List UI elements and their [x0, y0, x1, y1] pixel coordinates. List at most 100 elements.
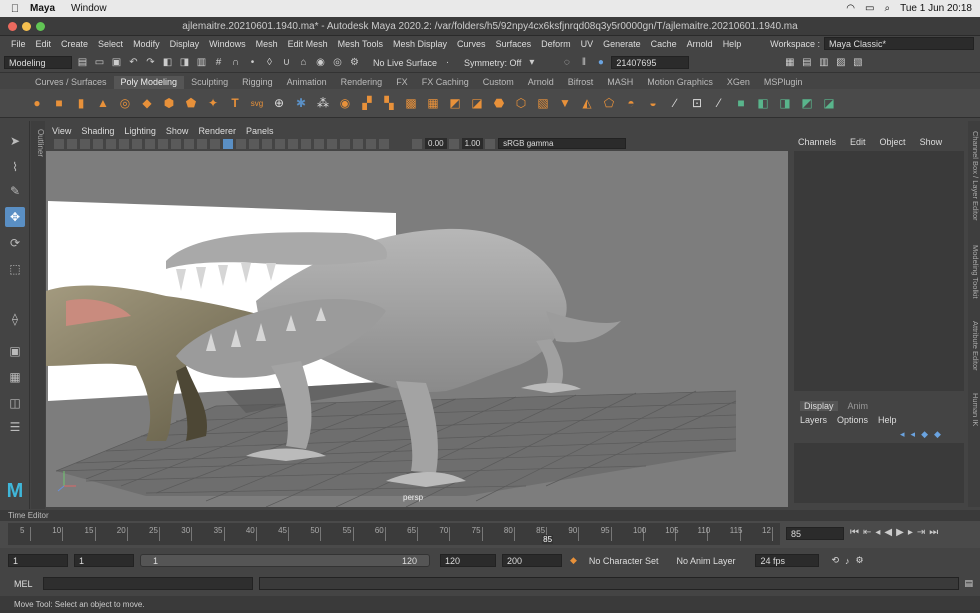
outliner-layout-icon[interactable]: ☰ [5, 417, 25, 437]
play-backwards-icon[interactable]: ◀ [884, 527, 892, 538]
menu-surfaces[interactable]: Surfaces [491, 39, 537, 49]
layout-icon[interactable]: ▦ [783, 56, 796, 69]
insert-edge-loop-icon[interactable]: ◒ [644, 94, 662, 112]
snap-grid-icon[interactable]: # [212, 56, 225, 69]
panel-menu-view[interactable]: View [52, 126, 71, 136]
animation-prefs-icon[interactable]: ⚙ [856, 555, 864, 566]
combine-icon[interactable]: ⊕ [270, 94, 288, 112]
tab-poly-modeling[interactable]: Poly Modeling [113, 76, 185, 89]
select-camera-icon[interactable] [54, 138, 64, 149]
exposure-field[interactable]: 0.00 [425, 138, 447, 149]
tab-bifrost[interactable]: Bifrost [561, 76, 601, 89]
exposure-icon[interactable] [412, 138, 422, 149]
default-material-icon[interactable] [236, 138, 246, 149]
poly-plane-icon[interactable]: ◆ [138, 94, 156, 112]
uv-editor-icon[interactable]: ■ [732, 94, 750, 112]
select-object-icon[interactable]: ◨ [178, 56, 191, 69]
poly-cube-icon[interactable]: ■ [50, 94, 68, 112]
tab-arnold[interactable]: Arnold [521, 76, 561, 89]
character-set-dropdown[interactable]: No Character Set [589, 556, 659, 566]
redo-icon[interactable]: ↷ [144, 56, 157, 69]
tab-anim-layers[interactable]: Anim [848, 401, 869, 411]
use-all-lights-icon[interactable] [275, 138, 285, 149]
modeling-toolkit-icon[interactable]: ▧ [851, 56, 864, 69]
grid-toggle-icon[interactable] [132, 138, 142, 149]
menu-mesh[interactable]: Mesh [251, 39, 283, 49]
scene-end-field[interactable]: 200 [502, 554, 562, 567]
append-poly-icon[interactable]: ▩ [402, 94, 420, 112]
go-to-end-icon[interactable]: ⏭ [929, 527, 938, 538]
menu-generate[interactable]: Generate [598, 39, 646, 49]
menu-cache[interactable]: Cache [646, 39, 682, 49]
symmetry-dropdown[interactable]: Symmetry: Off [464, 58, 521, 68]
menu-file[interactable]: File [6, 39, 31, 49]
menu-deform[interactable]: Deform [536, 39, 576, 49]
tab-display-layers[interactable]: Display [800, 401, 838, 411]
last-tool-icon[interactable]: ⟠ [5, 309, 25, 329]
workspace-dropdown[interactable]: Maya Classic* [824, 37, 974, 50]
search-icon[interactable]: ⌕ [884, 3, 890, 14]
step-forward-frame-icon[interactable]: ▸ [908, 527, 913, 538]
pause-icon[interactable]: ‖ [577, 56, 590, 69]
shadows-icon[interactable] [288, 138, 298, 149]
tab-xgen[interactable]: XGen [720, 76, 757, 89]
script-editor-icon[interactable]: ▤ [965, 578, 974, 589]
loop-icon[interactable]: ⟲ [831, 555, 839, 566]
channel-box-menu-edit[interactable]: Edit [850, 137, 866, 147]
motion-blur-icon[interactable] [353, 138, 363, 149]
magnet-icon[interactable]: ∪ [280, 56, 293, 69]
current-time-indicator[interactable]: 85 [542, 535, 554, 544]
isolate-select-icon[interactable] [327, 138, 337, 149]
channel-toggle-icon[interactable]: ▤ [800, 56, 813, 69]
step-back-key-icon[interactable]: ⇤ [863, 527, 871, 538]
tab-rigging[interactable]: Rigging [235, 76, 280, 89]
bookmarks-icon[interactable] [80, 138, 90, 149]
side-tab-modeling-toolkit[interactable]: Modeling Toolkit [968, 245, 980, 299]
minimize-window-button[interactable] [22, 22, 31, 31]
layer-menu-layers[interactable]: Layers [800, 415, 827, 425]
paint-select-tool-icon[interactable]: ✎ [5, 181, 25, 201]
four-view-layout-icon[interactable]: ▦ [5, 367, 25, 387]
super-shape-icon[interactable]: ✦ [204, 94, 222, 112]
zoom-window-button[interactable] [36, 22, 45, 31]
poly-disc-icon[interactable]: ⬢ [160, 94, 178, 112]
menu-mesh-tools[interactable]: Mesh Tools [333, 39, 388, 49]
menu-edit[interactable]: Edit [31, 39, 57, 49]
crease-icon[interactable]: ⁄ [710, 94, 728, 112]
tab-motion-graphics[interactable]: Motion Graphics [640, 76, 720, 89]
offset-edge-loop-icon[interactable]: ∕ [666, 94, 684, 112]
menu-window[interactable]: Window [71, 3, 107, 14]
layer-menu-options[interactable]: Options [837, 415, 868, 425]
target-weld-icon[interactable]: ⬠ [600, 94, 618, 112]
new-layer-selected-icon[interactable]: ◆ [934, 429, 941, 440]
ambient-occlusion-icon[interactable] [340, 138, 350, 149]
textured-icon[interactable] [262, 138, 272, 149]
panel-menu-shading[interactable]: Shading [81, 126, 114, 136]
tool-settings-icon[interactable]: ▨ [834, 56, 847, 69]
range-slider[interactable]: 1 120 [140, 554, 430, 567]
resolution-gate-icon[interactable] [158, 138, 168, 149]
type-icon[interactable]: T [226, 94, 244, 112]
wireframe-on-shaded-icon[interactable] [249, 138, 259, 149]
extrude-icon[interactable]: ▞ [358, 94, 376, 112]
ipr-render-icon[interactable]: ◎ [331, 56, 344, 69]
soft-select-icon[interactable]: ◌ [560, 56, 573, 69]
move-tool-icon[interactable]: ✥ [5, 207, 25, 227]
menu-help[interactable]: Help [718, 39, 747, 49]
image-plane-icon[interactable] [93, 138, 103, 149]
move-layer-down-icon[interactable]: ◂ [911, 429, 916, 440]
menu-display[interactable]: Display [165, 39, 205, 49]
snap-curve-icon[interactable]: ∩ [229, 56, 242, 69]
film-gate-icon[interactable] [145, 138, 155, 149]
battery-icon[interactable]: ▭ [865, 3, 874, 14]
color-management-icon[interactable] [485, 138, 496, 149]
attribute-toggle-icon[interactable]: ▥ [817, 56, 830, 69]
menu-curves[interactable]: Curves [452, 39, 491, 49]
wifi-icon[interactable]: ◠ [846, 3, 855, 14]
select-tool-icon[interactable]: ➤ [5, 131, 25, 151]
mirror-icon[interactable]: ⁂ [314, 94, 332, 112]
rotate-tool-icon[interactable]: ⟳ [5, 233, 25, 253]
automatic-map-icon[interactable]: ◪ [820, 94, 838, 112]
channel-box-area[interactable] [794, 151, 964, 391]
move-layer-up-icon[interactable]: ◂ [900, 429, 905, 440]
